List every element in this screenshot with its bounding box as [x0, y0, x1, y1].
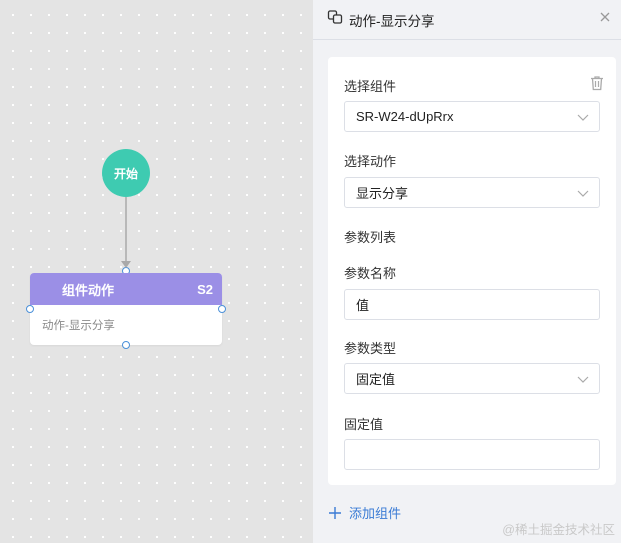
- edge-arrow-icon: [121, 261, 131, 268]
- select-action-value: 显示分享: [356, 186, 409, 201]
- select-component-label: 选择组件: [344, 79, 397, 94]
- chevron-down-icon: [577, 190, 589, 197]
- fixed-value-input[interactable]: [344, 439, 600, 470]
- action-node-body: 动作-显示分享: [42, 320, 115, 332]
- param-name-label: 参数名称: [344, 266, 397, 281]
- watermark: @稀土掘金技术社区: [502, 523, 615, 537]
- add-component-label: 添加组件: [349, 506, 402, 521]
- param-type-label: 参数类型: [344, 341, 397, 356]
- param-name-input[interactable]: [344, 289, 600, 320]
- chevron-down-icon: [577, 376, 589, 383]
- action-node-title: 组件动作: [62, 282, 115, 298]
- action-node-left-port[interactable]: [26, 305, 34, 313]
- connection-edge[interactable]: [125, 197, 127, 263]
- action-node-tag: S2: [197, 281, 213, 297]
- link-icon: [327, 10, 343, 24]
- properties-panel: 动作-显示分享 选择组件 SR-W24-dUpRrx 选择动作 显示分享 参数列…: [313, 0, 621, 543]
- plus-icon: [329, 506, 341, 519]
- component-action-card: 选择组件 SR-W24-dUpRrx 选择动作 显示分享 参数列表 参数名称 参…: [328, 57, 616, 485]
- fixed-value-label: 固定值: [344, 417, 384, 432]
- action-node-right-port[interactable]: [218, 305, 226, 313]
- select-component-value: SR-W24-dUpRrx: [356, 109, 454, 124]
- close-icon[interactable]: [597, 9, 613, 25]
- select-component-dropdown[interactable]: SR-W24-dUpRrx: [344, 101, 600, 132]
- param-list-label: 参数列表: [344, 230, 397, 245]
- chevron-down-icon: [577, 114, 589, 121]
- panel-header: 动作-显示分享: [313, 0, 621, 40]
- start-node-label: 开始: [113, 166, 138, 181]
- select-action-dropdown[interactable]: 显示分享: [344, 177, 600, 208]
- start-node[interactable]: 开始: [102, 149, 150, 197]
- param-type-value: 固定值: [356, 372, 396, 387]
- param-type-dropdown[interactable]: 固定值: [344, 363, 600, 394]
- flow-canvas[interactable]: 开始 组件动作 S2 动作-显示分享: [0, 0, 313, 543]
- select-action-label: 选择动作: [344, 154, 397, 169]
- action-node-header: 组件动作 S2: [30, 273, 222, 305]
- trash-icon[interactable]: [588, 74, 606, 92]
- action-node-bottom-port[interactable]: [122, 341, 130, 349]
- panel-title: 动作-显示分享: [349, 14, 435, 29]
- add-component-button[interactable]: 添加组件: [328, 503, 401, 522]
- action-node[interactable]: 组件动作 S2 动作-显示分享: [30, 273, 222, 345]
